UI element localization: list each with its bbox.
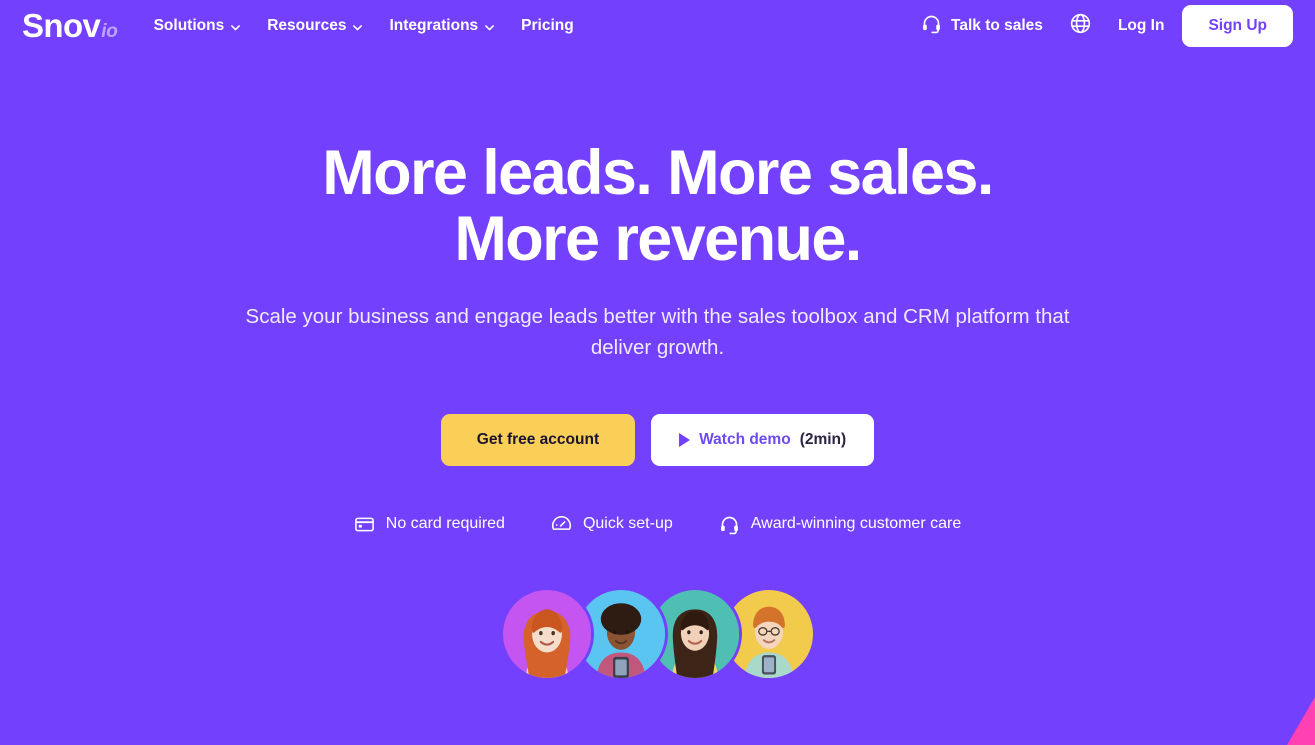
chevron-down-icon (230, 22, 241, 33)
watch-demo-duration: (2min) (799, 430, 847, 448)
talk-to-sales-button[interactable]: Talk to sales (921, 13, 1043, 39)
watch-demo-button[interactable]: Watch demo (2min) (651, 413, 875, 466)
speedometer-icon (551, 514, 572, 535)
badge-label: No card required (385, 515, 505, 533)
watch-demo-label: Watch demo (699, 430, 791, 448)
credit-card-icon (354, 514, 375, 535)
logo-wordmark: Snov (22, 7, 101, 44)
headline-line-1: More leads. More sales. (322, 138, 994, 208)
landing-page: Snov io Solutions Resources Integrations (0, 0, 1315, 745)
get-free-account-button[interactable]: Get free account (440, 413, 636, 466)
primary-nav: Solutions Resources Integrations Pricing (154, 17, 574, 35)
headset-icon (921, 13, 942, 39)
nav-item-solutions[interactable]: Solutions (154, 17, 242, 35)
badge-no-card-required: No card required (354, 514, 505, 535)
language-switcher-button[interactable] (1069, 12, 1092, 40)
badge-label: Quick set-up (582, 515, 673, 533)
brand-logo[interactable]: Snov io (22, 9, 118, 43)
headset-icon (719, 514, 740, 535)
signup-button[interactable]: Sign Up (1182, 5, 1293, 47)
nav-item-label: Resources (267, 17, 347, 34)
headline-line-2: More revenue. (454, 204, 862, 275)
secondary-nav: Talk to sales Log In Sign Up (921, 5, 1293, 47)
top-navbar: Snov io Solutions Resources Integrations (0, 0, 1315, 52)
hero-subheadline: Scale your business and engage leads bet… (245, 305, 1070, 359)
nav-item-integrations[interactable]: Integrations (389, 17, 495, 35)
badge-label: Award-winning customer care (750, 515, 962, 533)
nav-item-resources[interactable]: Resources (267, 17, 363, 35)
nav-item-pricing[interactable]: Pricing (521, 17, 574, 35)
avatar (502, 589, 591, 678)
chevron-down-icon (484, 22, 495, 33)
corner-decoration (1243, 687, 1315, 745)
nav-item-label: Solutions (153, 17, 225, 34)
nav-item-label: Integrations (389, 17, 479, 34)
logo-suffix: io (101, 21, 118, 42)
badge-quick-setup: Quick set-up (551, 514, 673, 535)
chevron-down-icon (352, 22, 363, 33)
page-title: More leads. More sales. More revenue. (0, 140, 1315, 272)
customer-avatar-group (0, 589, 1315, 678)
trust-badges-row: No card required Quick set-up Award-winn… (0, 514, 1315, 535)
globe-icon (1069, 12, 1092, 40)
cta-button-row: Get free account Watch demo (2min) (0, 413, 1315, 466)
login-button[interactable]: Log In (1118, 17, 1165, 35)
play-icon (679, 432, 691, 447)
hero-section: More leads. More sales. More revenue. Sc… (0, 52, 1315, 678)
nav-item-label: Pricing (521, 17, 574, 34)
talk-to-sales-label: Talk to sales (951, 17, 1043, 34)
badge-customer-care: Award-winning customer care (719, 514, 961, 535)
